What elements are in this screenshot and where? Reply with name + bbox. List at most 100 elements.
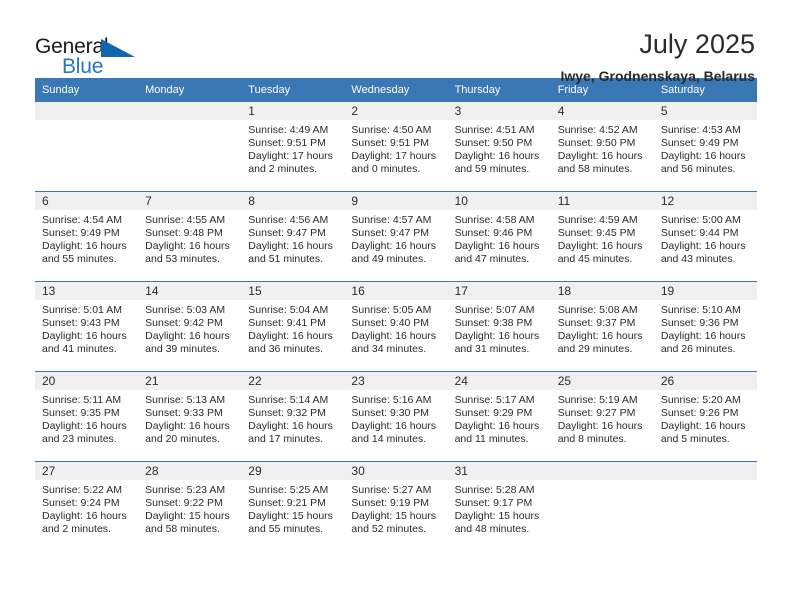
daylight-text: Daylight: 16 hours and 45 minutes. <box>557 240 643 265</box>
sunset-text: Sunset: 9:38 PM <box>454 317 533 329</box>
day-cell[interactable]: 28 Sunrise: 5:23 AM Sunset: 9:22 PM Dayligh… <box>138 461 242 551</box>
sunset-text: Sunset: 9:35 PM <box>42 407 120 419</box>
sunset-text: Sunset: 9:46 PM <box>454 227 533 239</box>
sunset-text: Sunset: 9:21 PM <box>248 497 326 509</box>
general-blue-logo[interactable]: General Blue <box>35 30 155 82</box>
day-cell[interactable]: 22 Sunrise: 5:14 AM Sunset: 9:32 PM Dayligh… <box>241 371 345 462</box>
day-cell[interactable]: 30 Sunrise: 5:27 AM Sunset: 9:19 PM Dayligh… <box>344 461 448 551</box>
sunrise-text: Sunrise: 5:16 AM <box>351 394 432 406</box>
sunrise-text: Sunrise: 5:22 AM <box>42 484 122 496</box>
daylight-text: Daylight: 17 hours and 2 minutes. <box>248 150 333 175</box>
week-row: 6 Sunrise: 4:54 AM Sunset: 9:49 PM Daylight… <box>35 191 757 282</box>
sunset-text: Sunset: 9:43 PM <box>42 317 120 329</box>
sunset-text: Sunset: 9:17 PM <box>454 497 533 509</box>
page-title: July 2025 <box>639 29 755 59</box>
day-cell[interactable] <box>550 461 654 551</box>
daylight-text: Daylight: 17 hours and 0 minutes. <box>351 150 437 175</box>
day-number: 13 <box>35 282 139 300</box>
sunset-text: Sunset: 9:47 PM <box>351 227 430 239</box>
week-row: 20 Sunrise: 5:11 AM Sunset: 9:35 PM Dayligh… <box>35 371 757 462</box>
day-cell[interactable] <box>35 102 139 192</box>
day-cell[interactable]: 4 Sunrise: 4:52 AM Sunset: 9:50 PM Daylight… <box>550 102 654 192</box>
sunrise-text: Sunrise: 5:17 AM <box>454 394 535 406</box>
day-cell[interactable]: 5 Sunrise: 4:53 AM Sunset: 9:49 PM Daylight… <box>653 102 757 192</box>
daylight-text: Daylight: 16 hours and 2 minutes. <box>42 510 127 535</box>
calendar-body: 1 Sunrise: 4:49 AM Sunset: 9:51 PM Daylight… <box>35 102 757 551</box>
day-cell[interactable]: 6 Sunrise: 4:54 AM Sunset: 9:49 PM Daylight… <box>35 191 139 282</box>
sunset-text: Sunset: 9:27 PM <box>557 407 636 419</box>
day-cell[interactable]: 7 Sunrise: 4:55 AM Sunset: 9:48 PM Daylight… <box>138 191 242 282</box>
day-cell[interactable]: 20 Sunrise: 5:11 AM Sunset: 9:35 PM Dayligh… <box>35 371 139 462</box>
day-cell[interactable] <box>653 461 757 551</box>
day-number: 5 <box>653 102 757 120</box>
weekday-header-tuesday: Tuesday <box>241 78 345 102</box>
sunrise-text: Sunrise: 5:13 AM <box>145 394 226 406</box>
day-cell[interactable]: 12 Sunrise: 5:00 AM Sunset: 9:44 PM Dayligh… <box>653 191 757 282</box>
day-cell[interactable]: 14 Sunrise: 5:03 AM Sunset: 9:42 PM Dayligh… <box>138 281 242 372</box>
day-cell[interactable]: 29 Sunrise: 5:25 AM Sunset: 9:21 PM Dayligh… <box>241 461 345 551</box>
day-cell[interactable]: 21 Sunrise: 5:13 AM Sunset: 9:33 PM Dayligh… <box>138 371 242 462</box>
sunset-text: Sunset: 9:41 PM <box>248 317 326 329</box>
page-subtitle: Iwye, Grodnenskaya, Belarus <box>560 68 755 85</box>
sunrise-text: Sunrise: 5:05 AM <box>351 304 432 316</box>
daylight-text: Daylight: 16 hours and 20 minutes. <box>145 420 230 445</box>
sunset-text: Sunset: 9:42 PM <box>145 317 223 329</box>
day-cell[interactable]: 11 Sunrise: 4:59 AM Sunset: 9:45 PM Dayligh… <box>550 191 654 282</box>
daylight-text: Daylight: 16 hours and 29 minutes. <box>557 330 643 355</box>
day-cell[interactable]: 26 Sunrise: 5:20 AM Sunset: 9:26 PM Dayligh… <box>653 371 757 462</box>
day-cell[interactable]: 27 Sunrise: 5:22 AM Sunset: 9:24 PM Dayligh… <box>35 461 139 551</box>
daylight-text: Daylight: 15 hours and 58 minutes. <box>145 510 230 535</box>
sunset-text: Sunset: 9:32 PM <box>248 407 326 419</box>
daylight-text: Daylight: 16 hours and 34 minutes. <box>351 330 437 355</box>
sunset-text: Sunset: 9:49 PM <box>42 227 120 239</box>
day-cell[interactable]: 16 Sunrise: 5:05 AM Sunset: 9:40 PM Dayligh… <box>344 281 448 372</box>
daylight-text: Daylight: 16 hours and 11 minutes. <box>454 420 540 445</box>
day-number <box>138 102 242 120</box>
day-cell[interactable]: 10 Sunrise: 4:58 AM Sunset: 9:46 PM Dayligh… <box>447 191 551 282</box>
day-cell[interactable]: 2 Sunrise: 4:50 AM Sunset: 9:51 PM Daylight… <box>344 102 448 192</box>
day-number: 20 <box>35 372 139 390</box>
day-cell[interactable]: 13 Sunrise: 5:01 AM Sunset: 9:43 PM Dayligh… <box>35 281 139 372</box>
daylight-text: Daylight: 16 hours and 17 minutes. <box>248 420 333 445</box>
sunset-text: Sunset: 9:26 PM <box>660 407 739 419</box>
sunset-text: Sunset: 9:33 PM <box>145 407 223 419</box>
daylight-text: Daylight: 16 hours and 39 minutes. <box>145 330 230 355</box>
week-row: 27 Sunrise: 5:22 AM Sunset: 9:24 PM Dayligh… <box>35 461 757 551</box>
day-cell[interactable]: 17 Sunrise: 5:07 AM Sunset: 9:38 PM Dayligh… <box>447 281 551 372</box>
day-cell[interactable]: 1 Sunrise: 4:49 AM Sunset: 9:51 PM Daylight… <box>241 102 345 192</box>
day-cell[interactable]: 24 Sunrise: 5:17 AM Sunset: 9:29 PM Dayligh… <box>447 371 551 462</box>
day-number: 24 <box>447 372 551 390</box>
calendar-table: Sunday Monday Tuesday Wednesday Thursday… <box>35 78 757 551</box>
sunset-text: Sunset: 9:50 PM <box>557 137 636 149</box>
day-cell[interactable]: 18 Sunrise: 5:08 AM Sunset: 9:37 PM Dayligh… <box>550 281 654 372</box>
day-number <box>35 102 139 120</box>
day-number: 16 <box>344 282 448 300</box>
day-cell[interactable]: 31 Sunrise: 5:28 AM Sunset: 9:17 PM Dayligh… <box>447 461 551 551</box>
sunrise-text: Sunrise: 4:49 AM <box>248 124 329 136</box>
triangle-icon <box>101 39 135 57</box>
day-number: 28 <box>138 462 242 480</box>
day-cell[interactable]: 19 Sunrise: 5:10 AM Sunset: 9:36 PM Dayligh… <box>653 281 757 372</box>
sunset-text: Sunset: 9:48 PM <box>145 227 223 239</box>
daylight-text: Daylight: 16 hours and 51 minutes. <box>248 240 333 265</box>
day-number: 27 <box>35 462 139 480</box>
day-cell[interactable]: 25 Sunrise: 5:19 AM Sunset: 9:27 PM Dayligh… <box>550 371 654 462</box>
day-cell[interactable]: 15 Sunrise: 5:04 AM Sunset: 9:41 PM Dayligh… <box>241 281 345 372</box>
day-cell[interactable] <box>138 102 242 192</box>
daylight-text: Daylight: 16 hours and 47 minutes. <box>454 240 540 265</box>
day-number: 26 <box>653 372 757 390</box>
day-cell[interactable]: 23 Sunrise: 5:16 AM Sunset: 9:30 PM Dayligh… <box>344 371 448 462</box>
daylight-text: Daylight: 16 hours and 26 minutes. <box>660 330 746 355</box>
day-cell[interactable]: 3 Sunrise: 4:51 AM Sunset: 9:50 PM Daylight… <box>447 102 551 192</box>
sunset-text: Sunset: 9:44 PM <box>660 227 739 239</box>
daylight-text: Daylight: 16 hours and 59 minutes. <box>454 150 540 175</box>
day-cell[interactable]: 9 Sunrise: 4:57 AM Sunset: 9:47 PM Daylight… <box>344 191 448 282</box>
sunset-text: Sunset: 9:30 PM <box>351 407 430 419</box>
sunrise-text: Sunrise: 4:56 AM <box>248 214 329 226</box>
day-cell[interactable]: 8 Sunrise: 4:56 AM Sunset: 9:47 PM Daylight… <box>241 191 345 282</box>
week-row: 13 Sunrise: 5:01 AM Sunset: 9:43 PM Dayligh… <box>35 281 757 372</box>
sunrise-text: Sunrise: 5:27 AM <box>351 484 432 496</box>
day-number: 17 <box>447 282 551 300</box>
sunset-text: Sunset: 9:22 PM <box>145 497 223 509</box>
day-number: 29 <box>241 462 345 480</box>
